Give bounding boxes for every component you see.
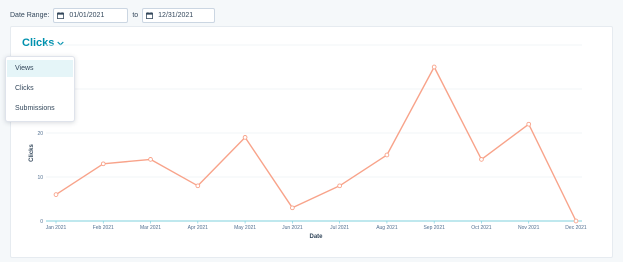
y-tick-label: 10 bbox=[37, 175, 43, 181]
data-point bbox=[242, 135, 248, 140]
x-tick-label: May 2021 bbox=[234, 225, 256, 231]
menu-item-views[interactable]: Views bbox=[7, 60, 73, 77]
series-line bbox=[55, 66, 577, 222]
data-point bbox=[573, 218, 579, 224]
x-tick-label: Nov 2021 bbox=[518, 225, 540, 231]
line-chart: 0 10 20 Jan 2021 Feb 2021 Mar 2021 Apr 2021 May… bbox=[29, 44, 587, 240]
data-point bbox=[53, 192, 59, 197]
data-point bbox=[479, 157, 484, 162]
menu-item-clicks[interactable]: Clicks bbox=[7, 80, 73, 97]
x-axis-title: Date bbox=[309, 234, 323, 240]
data-point bbox=[431, 64, 437, 70]
data-point bbox=[290, 205, 295, 211]
y-tick-label: 20 bbox=[37, 131, 43, 137]
x-tick-label: Jan 2021 bbox=[46, 225, 67, 231]
x-tick-label: Jul 2021 bbox=[330, 225, 349, 231]
x-tick-label: Jun 2021 bbox=[282, 225, 303, 231]
x-tick-label: Dec 2021 bbox=[565, 225, 587, 231]
x-tick-label: Aug 2021 bbox=[376, 225, 398, 231]
x-tick-label: Feb 2021 bbox=[93, 225, 114, 231]
menu-item-submissions[interactable]: Submissions bbox=[7, 100, 73, 117]
y-axis-title: Clicks bbox=[29, 144, 35, 162]
x-tick-label: Sep 2021 bbox=[423, 225, 445, 231]
data-point bbox=[195, 183, 201, 189]
data-point bbox=[100, 161, 106, 167]
menu-item-label: Views bbox=[15, 65, 34, 72]
x-tick-label: Oct 2021 bbox=[471, 225, 492, 231]
x-tick-label: Mar 2021 bbox=[140, 225, 161, 231]
data-point bbox=[526, 121, 532, 127]
data-point bbox=[384, 152, 390, 158]
data-point bbox=[337, 183, 342, 189]
metric-dropdown-menu: Views Clicks Submissions bbox=[5, 56, 75, 122]
x-tick-label: Apr 2021 bbox=[188, 225, 209, 231]
menu-item-label: Submissions bbox=[15, 105, 55, 112]
menu-item-label: Clicks bbox=[15, 85, 34, 92]
y-tick-label: 0 bbox=[40, 219, 43, 225]
data-point bbox=[148, 157, 153, 162]
